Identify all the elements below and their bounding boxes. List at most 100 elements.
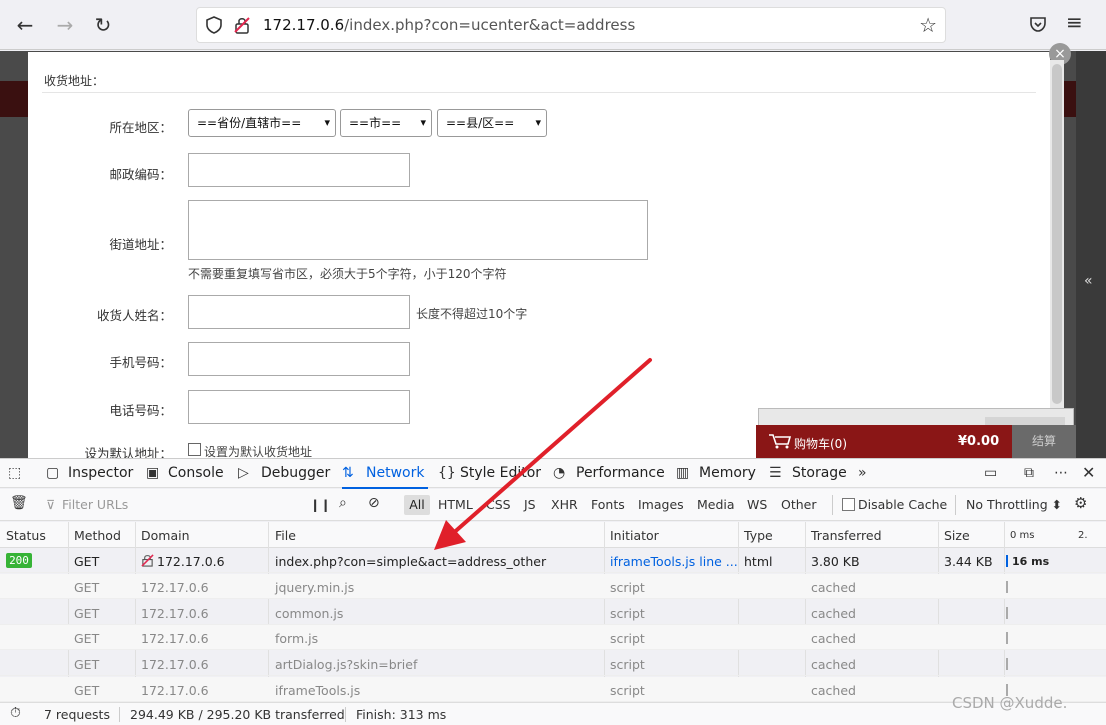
row-initiator: script [610, 580, 645, 595]
street-textarea[interactable] [188, 200, 648, 260]
insecure-lock-icon[interactable] [233, 16, 251, 34]
tab-console[interactable]: Console [168, 465, 224, 481]
row-initiator-link[interactable]: iframeTools.js line ... [610, 554, 738, 569]
watermark: CSDN @Xudde. [952, 694, 1068, 712]
network-settings-icon[interactable]: ⚙ [1074, 494, 1087, 512]
status-badge: 200 [6, 553, 32, 568]
col-initiator[interactable]: Initiator [610, 528, 659, 543]
waterfall-bar [1006, 632, 1008, 644]
table-row[interactable]: GET 172.17.0.6 common.js script cached [0, 600, 1106, 625]
province-select[interactable]: ==省份/直辖市== ▾ [188, 109, 336, 137]
zip-label: 邮政编码： [109, 167, 172, 182]
table-row[interactable]: GET 172.17.0.6 iframeTools.js script cac… [0, 677, 1106, 702]
element-picker-icon[interactable]: ⬚ [8, 465, 21, 481]
pause-icon[interactable]: ❙❙ [310, 497, 331, 512]
city-select[interactable]: ==市== ▾ [340, 109, 432, 137]
filter-urls-input[interactable]: Filter URLs [62, 497, 128, 512]
filter-media[interactable]: Media [697, 497, 735, 512]
row-file: jquery.min.js [275, 580, 355, 595]
filter-xhr[interactable]: XHR [551, 497, 578, 512]
col-file[interactable]: File [275, 528, 296, 543]
waterfall-bar [1006, 555, 1008, 567]
tab-inspector[interactable]: Inspector [68, 465, 133, 481]
col-size[interactable]: Size [944, 528, 970, 543]
dock-icon[interactable]: ⧉ [1024, 465, 1034, 481]
filter-css[interactable]: CSS [486, 497, 511, 512]
filter-js[interactable]: JS [524, 497, 536, 512]
trash-icon[interactable]: 🗑 [10, 495, 28, 511]
filter-html[interactable]: HTML [438, 497, 473, 512]
table-row[interactable]: GET 172.17.0.6 jquery.min.js script cach… [0, 574, 1106, 599]
filter-all[interactable]: All [404, 495, 430, 515]
waterfall-bar [1006, 581, 1008, 593]
row-initiator: script [610, 606, 645, 621]
inspector-icon: ▢ [46, 465, 60, 481]
dialog-title: 收货地址： [44, 74, 105, 88]
col-status[interactable]: Status [6, 528, 46, 543]
tab-debugger[interactable]: Debugger [261, 465, 330, 481]
region-label: 所在地区： [109, 120, 172, 135]
devtools-close-icon[interactable]: ✕ [1082, 463, 1095, 482]
street-label: 街道地址： [109, 237, 172, 252]
filter-images[interactable]: Images [638, 497, 684, 512]
address-bar[interactable]: 172.17.0.6/index.php?con=ucenter&act=add… [196, 7, 946, 43]
bookmark-star-icon[interactable]: ☆ [919, 13, 937, 37]
table-row[interactable]: GET 172.17.0.6 artDialog.js?skin=brief s… [0, 651, 1106, 676]
phone-input[interactable] [188, 390, 410, 424]
disable-cache-checkbox[interactable] [842, 498, 855, 511]
stopwatch-icon: ⏱ [10, 705, 21, 721]
row-size: 3.44 KB [944, 554, 993, 569]
network-filter-bar: 🗑 ⊽ Filter URLs ❙❙ ⌕ ⊘ All HTML CSS JS X… [0, 489, 1106, 521]
county-select[interactable]: ==县/区== ▾ [437, 109, 547, 137]
mobile-input[interactable] [188, 342, 410, 376]
phone-label: 电话号码： [109, 403, 172, 418]
row-transferred: 3.80 KB [811, 554, 860, 569]
col-type[interactable]: Type [744, 528, 773, 543]
zip-input[interactable] [188, 153, 410, 187]
collapse-chevron-icon[interactable]: « [1084, 273, 1093, 289]
row-domain: 172.17.0.6 [141, 606, 209, 621]
row-method: GET [74, 683, 100, 698]
block-icon[interactable]: ⊘ [368, 495, 380, 511]
disable-cache-label[interactable]: Disable Cache [858, 497, 947, 512]
filter-fonts[interactable]: Fonts [591, 497, 625, 512]
tab-network[interactable]: Network [341, 465, 429, 489]
performance-icon: ◔ [553, 465, 566, 481]
cart-bar[interactable]: 购物车(0) ¥0.00 结算 [756, 425, 1076, 458]
checkout-button[interactable]: 结算 [1012, 425, 1076, 458]
debugger-icon: ▷ [238, 465, 249, 481]
default-checkbox[interactable] [188, 443, 201, 456]
row-initiator: script [610, 683, 645, 698]
waterfall-bar [1006, 607, 1008, 619]
cart-amount: ¥0.00 [958, 434, 1000, 449]
col-domain[interactable]: Domain [141, 528, 190, 543]
row-file: common.js [275, 606, 344, 621]
search-icon[interactable]: ⌕ [339, 495, 347, 511]
back-icon[interactable]: ← [12, 12, 38, 38]
responsive-mode-icon[interactable]: ▭ [984, 465, 997, 481]
dialog-scrollbar[interactable] [1050, 60, 1064, 458]
forward-icon[interactable]: → [52, 12, 78, 38]
col-transferred[interactable]: Transferred [811, 528, 882, 543]
tab-performance[interactable]: Performance [576, 465, 665, 481]
table-row[interactable]: 200 GET 172.17.0.6 index.php?con=simple&… [0, 548, 1106, 573]
filter-other[interactable]: Other [781, 497, 817, 512]
shield-icon[interactable] [205, 16, 223, 34]
row-file: artDialog.js?skin=brief [275, 657, 418, 672]
tab-storage[interactable]: Storage [792, 465, 847, 481]
col-method[interactable]: Method [74, 528, 121, 543]
more-tabs-icon[interactable]: » [858, 465, 867, 481]
table-row[interactable]: GET 172.17.0.6 form.js script cached [0, 625, 1106, 650]
tab-memory[interactable]: Memory [699, 465, 756, 481]
filter-ws[interactable]: WS [747, 497, 767, 512]
cart-icon [769, 434, 792, 449]
throttling-select[interactable]: No Throttling ⬍ [966, 497, 1062, 512]
pocket-icon[interactable] [1028, 14, 1048, 34]
menu-icon[interactable]: ≡ [1066, 10, 1083, 34]
devtools-menu-icon[interactable]: ⋯ [1054, 465, 1068, 481]
name-input[interactable] [188, 295, 410, 329]
reload-icon[interactable]: ↻ [90, 12, 116, 38]
tab-style-editor[interactable]: Style Editor [460, 465, 541, 481]
row-transferred: cached [811, 657, 856, 672]
col-waterfall[interactable]: 0 ms [1010, 530, 1035, 541]
